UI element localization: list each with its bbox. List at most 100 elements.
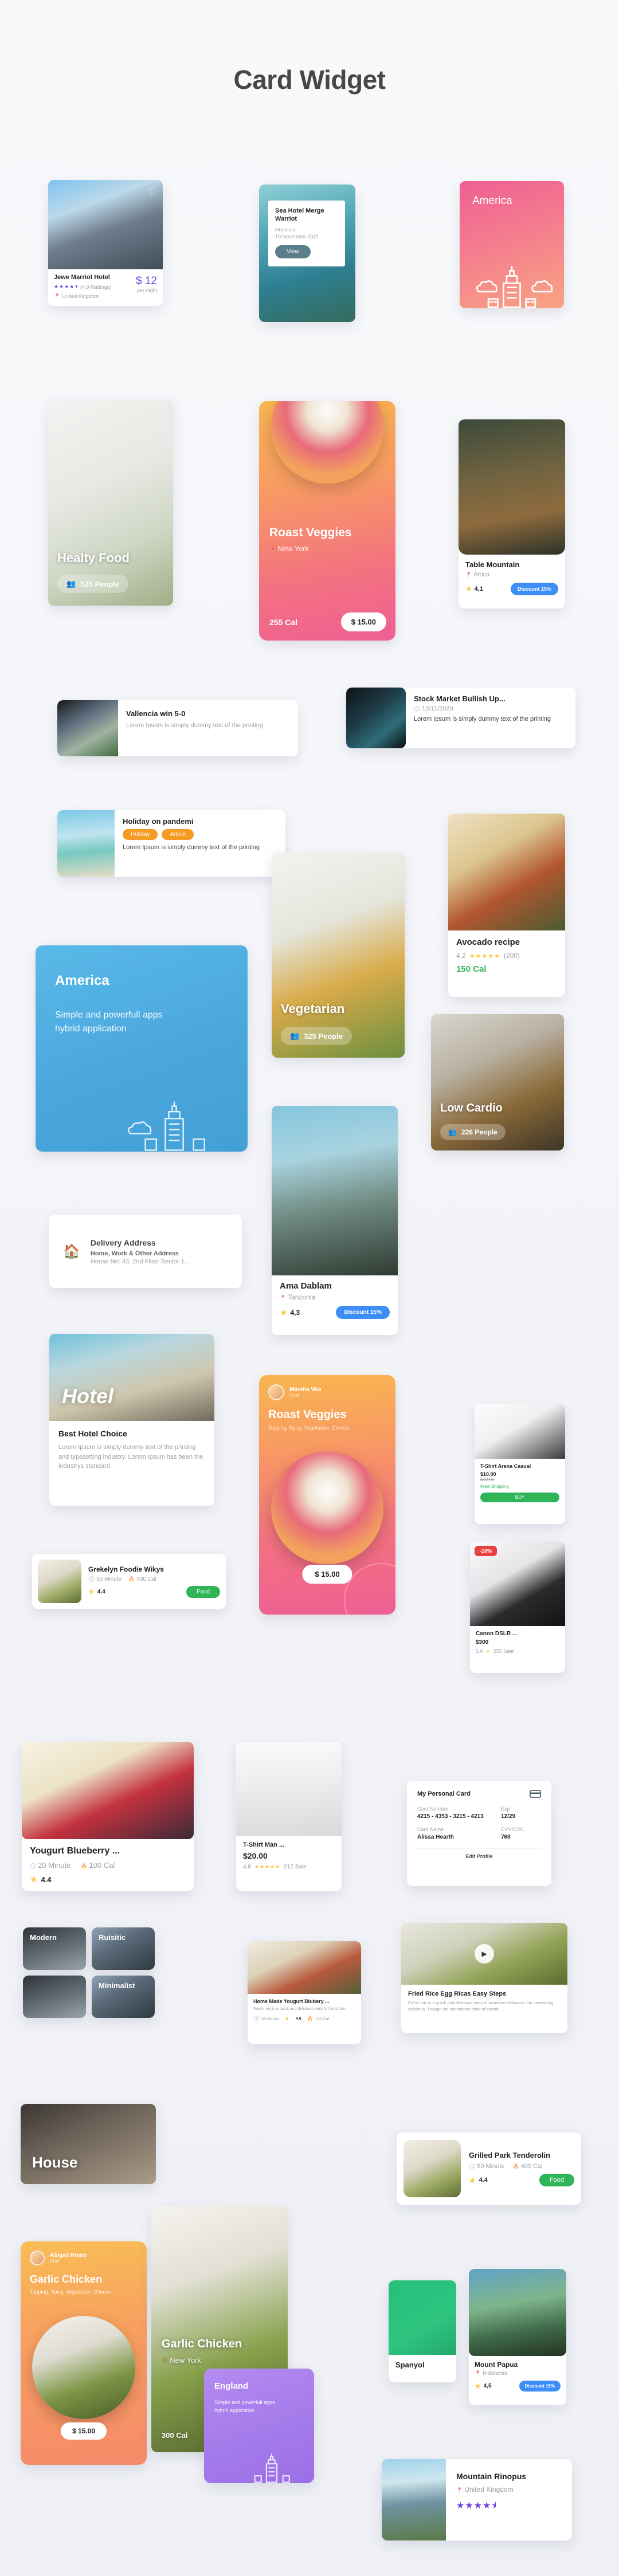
avatar-name: Abigail Rosto bbox=[50, 2252, 87, 2259]
news-date: 12/11/2020 bbox=[414, 705, 551, 712]
rating-value: 4.8 bbox=[243, 1864, 251, 1870]
news-title: Stock Market Bullish Up... bbox=[414, 694, 506, 703]
heart-icon[interactable]: ♡ bbox=[147, 187, 156, 197]
page-title: Card Widget bbox=[233, 65, 386, 95]
card-healty-food[interactable]: Healty Food 👥 525 People bbox=[48, 399, 173, 606]
card-tshirt-arena[interactable]: T-Shirt Arena Casual $10.00 $12.00 Free … bbox=[475, 1404, 565, 1524]
prep-time: 50 Minute bbox=[253, 2016, 279, 2022]
people-icon: 👥 bbox=[448, 1128, 457, 1136]
card-garlic-chicken-1[interactable]: Abigail Rosto Chef Garlic Chicken Toppin… bbox=[21, 2241, 147, 2465]
card-delivery-address[interactable]: 🏠 Delivery Address Home, Work & Other Ad… bbox=[49, 1215, 242, 1288]
prep-time: 50 Minute bbox=[88, 1576, 122, 1582]
price-badge[interactable]: $ 15.00 bbox=[302, 1565, 352, 1584]
rating-value: 4.2 bbox=[456, 952, 466, 960]
rating-value: 4.4 bbox=[479, 2177, 488, 2184]
food-photo bbox=[22, 1742, 194, 1839]
card-table-mountain[interactable]: Table Mountain Africa ★ 4,1 Discount 15% bbox=[459, 419, 565, 608]
category-badge[interactable]: Food bbox=[186, 1585, 220, 1598]
rating-value: 4.4 bbox=[41, 1875, 52, 1884]
card-mount-papua[interactable]: Mount Papua Indonesia ★ 4,5 Discount 15% bbox=[469, 2269, 566, 2405]
card-america-blue[interactable]: America Simple and powerfull apps hybrid… bbox=[36, 945, 248, 1152]
rating-stars: ★★★★★ bbox=[469, 952, 500, 960]
card-holiday-news[interactable]: Holiday on pandemi Holiday Article Lorem… bbox=[57, 810, 285, 877]
edit-profile-button[interactable]: Edit Profile bbox=[417, 1848, 541, 1859]
stadium-photo bbox=[57, 700, 118, 756]
product-title: T-Shirt Arena Casual bbox=[480, 1463, 531, 1469]
discount-badge[interactable]: Discount 15% bbox=[336, 1306, 390, 1319]
card-spanyol[interactable]: Spanyol bbox=[389, 2280, 456, 2382]
card-title: Avocado recipe bbox=[456, 937, 520, 947]
card-yougurt-blueberry[interactable]: Yougurt Blueberry ... 20 Minute 100 Cal … bbox=[22, 1742, 194, 1891]
card-america-pink[interactable]: America bbox=[460, 181, 564, 308]
card-canon-dslr[interactable]: -10% Canon DSLR ... $300 5.0 ★ 255 Sale bbox=[470, 1541, 565, 1673]
calories: 400 Cal bbox=[128, 1576, 156, 1582]
card-vegetarian[interactable]: Vegetarian 👥 325 People bbox=[272, 853, 405, 1058]
avatar-role: Chef bbox=[289, 1393, 299, 1398]
discount-badge[interactable]: Discount 15% bbox=[510, 583, 558, 595]
card-ama-dablam[interactable]: Ama Dablam Tanzonia ★ 4,3 Discount 15% bbox=[272, 1106, 398, 1335]
mountain-photo bbox=[469, 2269, 566, 2356]
rating-value: 5.0 bbox=[476, 1648, 483, 1654]
card-title: Home Made Yougurt Blubery ... bbox=[253, 1998, 330, 2004]
card-location: New York bbox=[162, 2356, 201, 2365]
star-icon: ★★★★★ bbox=[254, 1864, 281, 1870]
style-label: Ruisitic bbox=[99, 1933, 126, 1942]
card-avocado-recipe[interactable]: Avocado recipe 4.2 ★★★★★ (200) 150 Cal bbox=[448, 814, 565, 997]
category-badge[interactable]: Food bbox=[539, 2174, 574, 2186]
home-icon: 🏠 bbox=[63, 1243, 80, 1259]
view-button[interactable]: View bbox=[275, 245, 311, 258]
card-calories: 300 Cal bbox=[162, 2431, 188, 2440]
rating-value: 4,1 bbox=[474, 586, 483, 592]
card-style-ruisitic[interactable]: Ruisitic bbox=[92, 1927, 155, 1970]
card-england[interactable]: England Simple and powerfull apps hybrid… bbox=[204, 2369, 314, 2483]
card-stock-news[interactable]: Stock Market Bullish Up... 12/11/2020 Lo… bbox=[346, 688, 575, 748]
value-card-name: Alissa Hearth bbox=[417, 1834, 454, 1840]
card-fried-rice[interactable]: ▶ Fried Rice Egg Ricas Easy Steps Fresh … bbox=[401, 1923, 567, 2033]
avatar bbox=[30, 2251, 45, 2265]
card-mountain-rinopus[interactable]: Mountain Rinopus United Kingdom ★★★★⯨ bbox=[382, 2459, 572, 2540]
calories: 400 Cal bbox=[513, 2163, 543, 2170]
card-tshirt-man[interactable]: T-Shirt Man ... $20.00 4.8 ★★★★★ 212 Sal… bbox=[236, 1742, 342, 1891]
star-icon: ★ bbox=[465, 584, 473, 593]
card-title: America bbox=[472, 195, 512, 207]
card-jewe-marriot-hotel[interactable]: ♡ Jewe Marriot Hotel ★★★★⯨ (4.9 Rattings… bbox=[48, 180, 163, 306]
card-title: Grilled Park Tenderolin bbox=[469, 2151, 551, 2159]
star-icon: ★ bbox=[475, 2381, 482, 2390]
card-style-minimalist[interactable]: Minimalist bbox=[92, 1976, 155, 2018]
card-my-personal-card[interactable]: My Personal Card Card Number 4215 - 4353… bbox=[407, 1781, 551, 1886]
sold-count: 255 Sale bbox=[493, 1648, 514, 1654]
card-roast-veggies-2[interactable]: Marsha Wia Chef Roast Veggies Topping, S… bbox=[259, 1375, 395, 1615]
card-sea-hotel[interactable]: Sea Hotel Merge Warriot Honolulu 10 Nove… bbox=[259, 184, 355, 322]
card-grilled-park[interactable]: Grilled Park Tenderolin 50 Minute 400 Ca… bbox=[397, 2133, 581, 2205]
card-title: Mount Papua bbox=[475, 2361, 518, 2369]
price-badge[interactable]: $ 15.00 bbox=[340, 612, 386, 631]
avatar-name: Marsha Wia bbox=[289, 1387, 322, 1393]
card-best-hotel-choice[interactable]: Hotel Best Hotel Choice Lorem Ipsum is s… bbox=[49, 1334, 214, 1506]
stock-photo bbox=[346, 688, 406, 748]
rating-value: 4.6 bbox=[296, 2016, 301, 2021]
people-icon: 👥 bbox=[290, 1031, 300, 1040]
buy-button[interactable]: BUY bbox=[480, 1493, 559, 1502]
tag-article[interactable]: Article bbox=[162, 829, 194, 840]
star-icon: ★ bbox=[280, 1307, 288, 1318]
product-photo bbox=[475, 1404, 565, 1459]
card-vallencia-news[interactable]: Vallencia win 5-0 Lorem Ipsum is simply … bbox=[57, 700, 298, 756]
price-badge[interactable]: $ 15.00 bbox=[60, 2422, 107, 2440]
card-roast-veggies-1[interactable]: Roast Veggies New York 255 Cal $ 15.00 bbox=[259, 401, 395, 641]
card-homemade-yougurt[interactable]: Home Made Yougurt Blubery ... Fresh mix … bbox=[248, 1941, 361, 2044]
card-house[interactable]: House bbox=[21, 2104, 156, 2184]
beach-photo bbox=[57, 810, 115, 877]
product-price: $300 bbox=[476, 1639, 489, 1646]
card-low-cardio[interactable]: Low Cardio 👥 226 People bbox=[431, 1014, 564, 1150]
card-grekelyn-foodie[interactable]: Grekelyn Foodie Wikys 50 Minute 400 Cal … bbox=[32, 1554, 226, 1609]
card-title: Spanyol bbox=[395, 2361, 425, 2369]
discount-badge[interactable]: Discount 15% bbox=[519, 2381, 561, 2392]
card-style-modern[interactable]: Modern bbox=[23, 1927, 86, 1970]
product-title: T-Shirt Man ... bbox=[243, 1841, 285, 1848]
tag-holiday[interactable]: Holiday bbox=[123, 829, 158, 840]
card-style-photo[interactable] bbox=[23, 1976, 86, 2018]
rating-value: 4.4 bbox=[97, 1588, 105, 1595]
card-title: England bbox=[214, 2381, 249, 2391]
play-icon[interactable]: ▶ bbox=[475, 1944, 494, 1964]
city-skyline-icon bbox=[254, 2453, 290, 2483]
